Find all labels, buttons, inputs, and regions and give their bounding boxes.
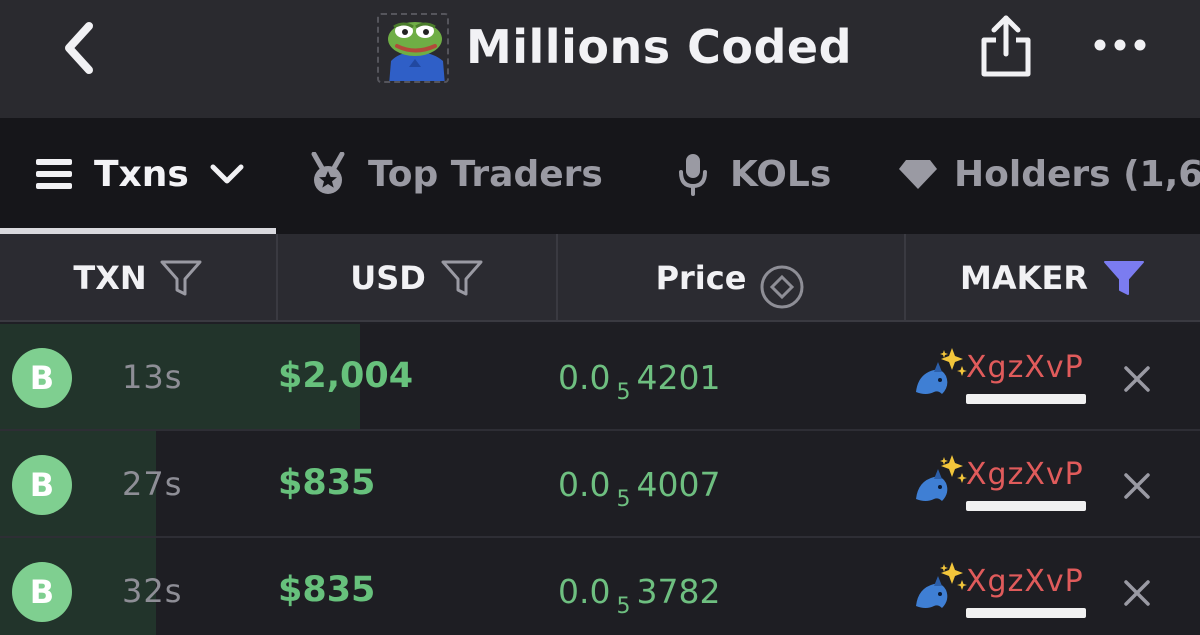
page-title: Millions Coded (466, 20, 853, 74)
list-icon (36, 159, 72, 189)
tab-bar: Txns Top Traders KOLs Holders (1,6 (0, 118, 1200, 234)
tab-top-traders[interactable]: Top Traders (308, 118, 603, 230)
price-digits: 3782 (636, 572, 721, 611)
column-maker[interactable]: MAKER (906, 234, 1200, 322)
price-lead: 0.0 (558, 465, 611, 504)
column-usd[interactable]: USD (278, 234, 556, 322)
price-toggle-icon[interactable] (758, 263, 806, 311)
column-maker-label: MAKER (960, 259, 1088, 297)
close-icon[interactable] (1118, 574, 1156, 612)
tab-txns[interactable]: Txns (34, 118, 245, 230)
price-lead: 0.0 (558, 358, 611, 397)
txn-age: 13s (122, 358, 183, 396)
column-txn[interactable]: TXN (0, 234, 276, 322)
column-price[interactable]: Price (558, 234, 904, 322)
txn-age: 32s (122, 572, 183, 610)
column-usd-label: USD (350, 259, 426, 297)
price-zero-count: 5 (616, 487, 631, 512)
maker-name: XgzXvP (966, 564, 1084, 599)
tab-top-traders-label: Top Traders (368, 153, 603, 195)
medal-icon (311, 152, 345, 194)
filter-active-icon[interactable] (1102, 258, 1146, 298)
maker-link[interactable]: XgzXvP (912, 346, 1092, 416)
buy-badge: B (12, 455, 72, 515)
table-row[interactable]: B 27s $835 0.0 5 4007 XgzXvP (0, 431, 1200, 538)
transactions-list: B 13s $2,004 0.0 5 4201 XgzXvP B 27s $83… (0, 324, 1200, 635)
filter-icon[interactable] (440, 258, 484, 298)
price-digits: 4007 (636, 465, 721, 504)
price-lead: 0.0 (558, 572, 611, 611)
dolphin-sparkles-icon (916, 455, 967, 501)
maker-underline (966, 394, 1086, 404)
dolphin-sparkles-icon (916, 562, 967, 608)
tab-txns-label: Txns (94, 153, 189, 195)
txn-usd: $2,004 (278, 356, 414, 396)
buy-badge: B (12, 562, 72, 622)
more-dots-icon[interactable] (1092, 30, 1148, 60)
maker-name: XgzXvP (966, 350, 1084, 385)
tab-holders[interactable]: Holders (1,6 (898, 118, 1200, 230)
txn-usd: $835 (278, 463, 376, 503)
maker-link[interactable]: XgzXvP (912, 560, 1092, 630)
chevron-left-icon[interactable] (55, 18, 105, 78)
close-icon[interactable] (1118, 360, 1156, 398)
txn-price: 0.0 5 4201 (558, 358, 721, 405)
share-icon[interactable] (978, 12, 1034, 80)
token-avatar (377, 13, 449, 83)
tab-holders-label: Holders (1,6 (954, 153, 1200, 195)
column-txn-label: TXN (73, 259, 147, 297)
price-zero-count: 5 (616, 380, 631, 405)
frog-avatar-icon (388, 22, 445, 81)
txn-price: 0.0 5 3782 (558, 572, 721, 619)
maker-underline (966, 501, 1086, 511)
chevron-down-icon[interactable] (209, 162, 245, 186)
close-icon[interactable] (1118, 467, 1156, 505)
diamond-icon (899, 160, 937, 189)
price-digits: 4201 (636, 358, 721, 397)
table-row[interactable]: B 32s $835 0.0 5 3782 XgzXvP (0, 538, 1200, 635)
txn-price: 0.0 5 4007 (558, 465, 721, 512)
microphone-icon (679, 154, 707, 196)
column-price-label: Price (655, 259, 747, 297)
dolphin-sparkles-icon (916, 348, 967, 394)
price-zero-count: 5 (616, 594, 631, 619)
table-row[interactable]: B 13s $2,004 0.0 5 4201 XgzXvP (0, 324, 1200, 431)
txn-age: 27s (122, 465, 183, 503)
txn-usd: $835 (278, 570, 376, 610)
filter-icon[interactable] (159, 258, 203, 298)
buy-badge: B (12, 348, 72, 408)
tab-kols[interactable]: KOLs (678, 118, 831, 230)
maker-underline (966, 608, 1086, 618)
top-bar: Millions Coded (0, 0, 1200, 118)
tab-kols-label: KOLs (730, 153, 832, 195)
maker-name: XgzXvP (966, 457, 1084, 492)
table-header: TXN USD Price MAKER (0, 234, 1200, 322)
maker-link[interactable]: XgzXvP (912, 453, 1092, 523)
